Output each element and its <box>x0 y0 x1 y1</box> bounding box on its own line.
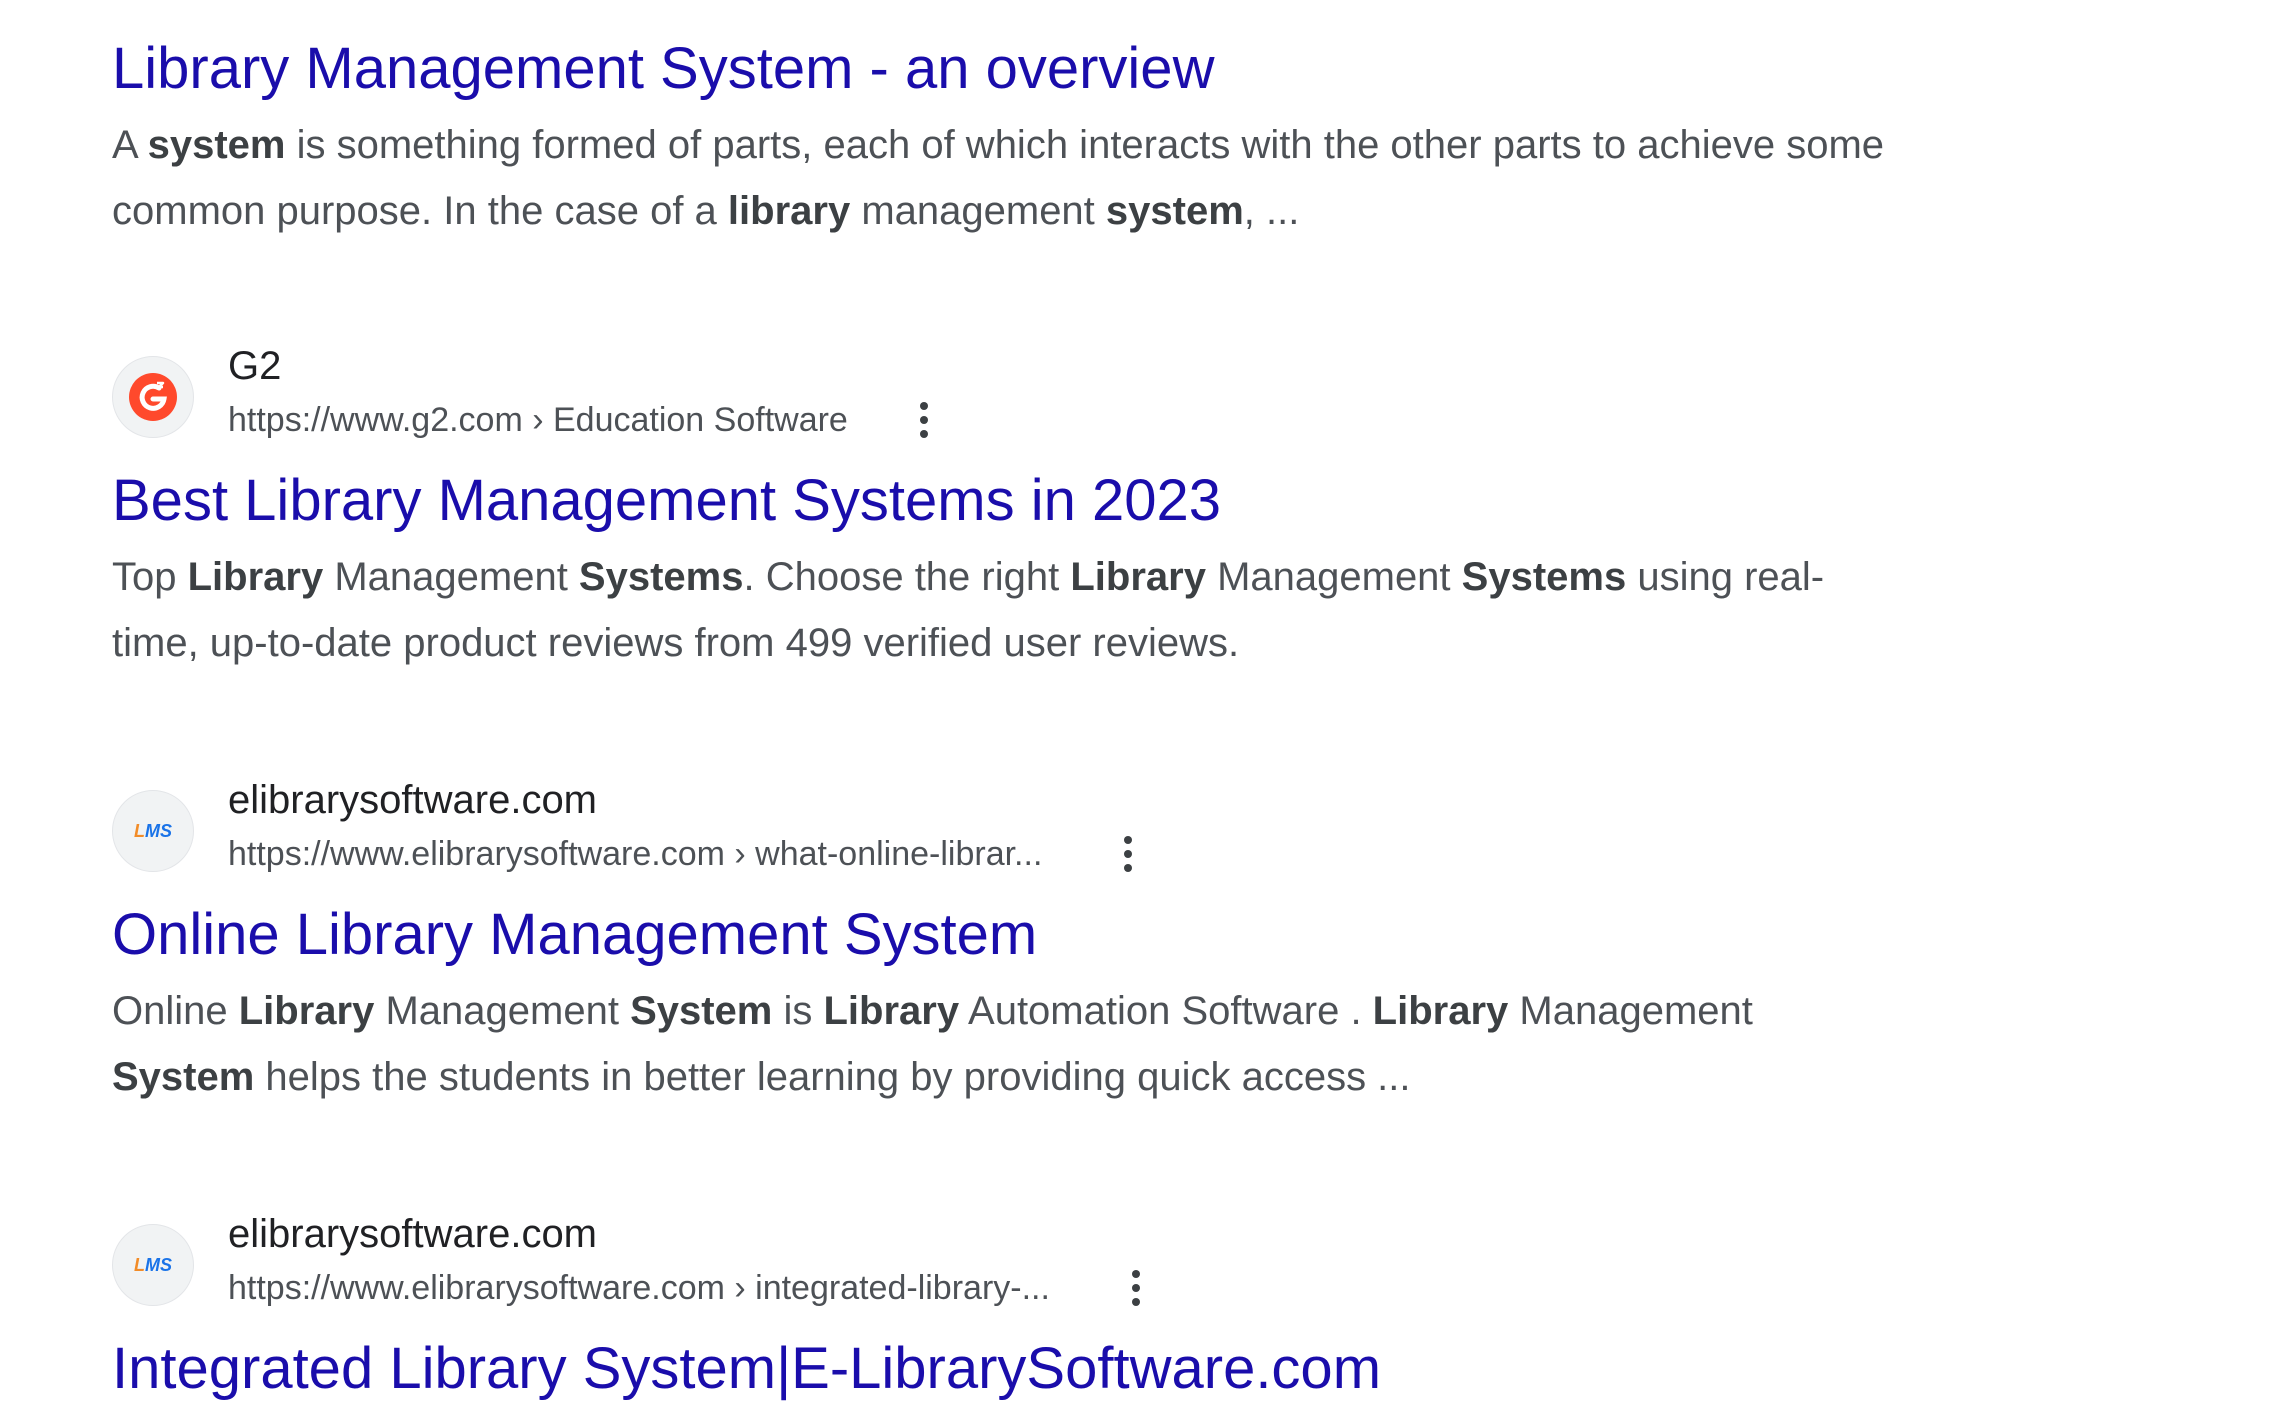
snippet-text: Management <box>1508 989 1753 1033</box>
snippet-keyword: Library <box>823 989 960 1033</box>
snippet-text: Top <box>112 555 188 599</box>
snippet-text: Management <box>374 989 631 1033</box>
snippet-text: Online <box>112 989 239 1033</box>
url-base: https://www.elibrarysoftware.com <box>228 835 725 873</box>
snippet-keyword: Library <box>238 989 375 1033</box>
search-results-page: Library Management System - an overview … <box>0 0 2280 1408</box>
snippet-keyword: Library <box>1372 989 1509 1033</box>
result-title-link[interactable]: Best Library Management Systems in 2023 <box>112 466 1902 536</box>
snippet-keyword: Systems <box>578 555 744 599</box>
lms-logo-icon: LMS <box>112 1224 194 1306</box>
snippet-keyword: system <box>1105 189 1244 233</box>
url-base: https://www.elibrarysoftware.com <box>228 1269 725 1307</box>
snippet-text: management <box>850 189 1106 233</box>
snippet-text: A <box>112 123 148 167</box>
snippet-text: Management <box>1205 555 1462 599</box>
svg-text:LMS: LMS <box>134 821 172 841</box>
site-name: G2 <box>228 344 282 388</box>
more-options-icon[interactable] <box>1116 830 1140 878</box>
more-options-icon[interactable] <box>1124 1264 1148 1312</box>
site-url: https://www.elibrarysoftware.com › integ… <box>228 1268 1050 1308</box>
site-name: elibrarysoftware.com <box>228 778 598 822</box>
snippet-keyword: Systems <box>1461 555 1627 599</box>
snippet-keyword: Library <box>1070 555 1206 599</box>
lms-logo-icon: LMS <box>112 790 194 872</box>
result-title-link[interactable]: Library Management System - an overview <box>112 34 1902 104</box>
more-options-icon[interactable] <box>912 396 936 444</box>
snippet-text: . Choose the right <box>743 555 1071 599</box>
result-snippet: Top Library Management Systems. Choose t… <box>112 544 1902 676</box>
snippet-keyword: Library <box>187 555 324 599</box>
snippet-text: Management <box>323 555 579 599</box>
url-breadcrumb: › Education Software <box>522 401 848 439</box>
result-source[interactable]: LMS elibrarysoftware.com https://www.eli… <box>112 768 1902 900</box>
snippet-text: helps the students in better learning by… <box>254 1055 1411 1099</box>
result-snippet: A system is something formed of parts, e… <box>112 112 1902 244</box>
snippet-keyword: System <box>630 989 773 1033</box>
result-source[interactable]: G2 https://www.g2.com › Education Softwa… <box>112 334 1902 466</box>
search-result: Library Management System - an overview … <box>112 34 1902 244</box>
snippet-keyword: system <box>147 123 286 167</box>
result-title-link[interactable]: Online Library Management System <box>112 900 1902 970</box>
url-breadcrumb: › what-online-librar... <box>724 835 1043 873</box>
search-result: LMS elibrarysoftware.com https://www.eli… <box>112 1202 1902 1404</box>
snippet-text: is <box>772 989 824 1033</box>
svg-text:LMS: LMS <box>134 1255 172 1275</box>
snippet-keyword: System <box>112 1055 255 1099</box>
snippet-keyword: library <box>727 189 851 233</box>
g2-logo-icon <box>112 356 194 438</box>
search-result: LMS elibrarysoftware.com https://www.eli… <box>112 768 1902 1110</box>
result-snippet: Online Library Management System is Libr… <box>112 978 1902 1110</box>
snippet-text: Automation Software . <box>959 989 1373 1033</box>
url-base: https://www.g2.com <box>228 401 523 439</box>
snippet-text: , ... <box>1243 189 1300 233</box>
site-name: elibrarysoftware.com <box>228 1212 598 1256</box>
result-title-link[interactable]: Integrated Library System|E-LibrarySoftw… <box>112 1334 1902 1404</box>
result-source[interactable]: LMS elibrarysoftware.com https://www.eli… <box>112 1202 1902 1334</box>
site-url: https://www.elibrarysoftware.com › what-… <box>228 834 1042 874</box>
url-breadcrumb: › integrated-library-... <box>724 1269 1050 1307</box>
search-result: G2 https://www.g2.com › Education Softwa… <box>112 334 1902 676</box>
site-url: https://www.g2.com › Education Software <box>228 400 848 440</box>
